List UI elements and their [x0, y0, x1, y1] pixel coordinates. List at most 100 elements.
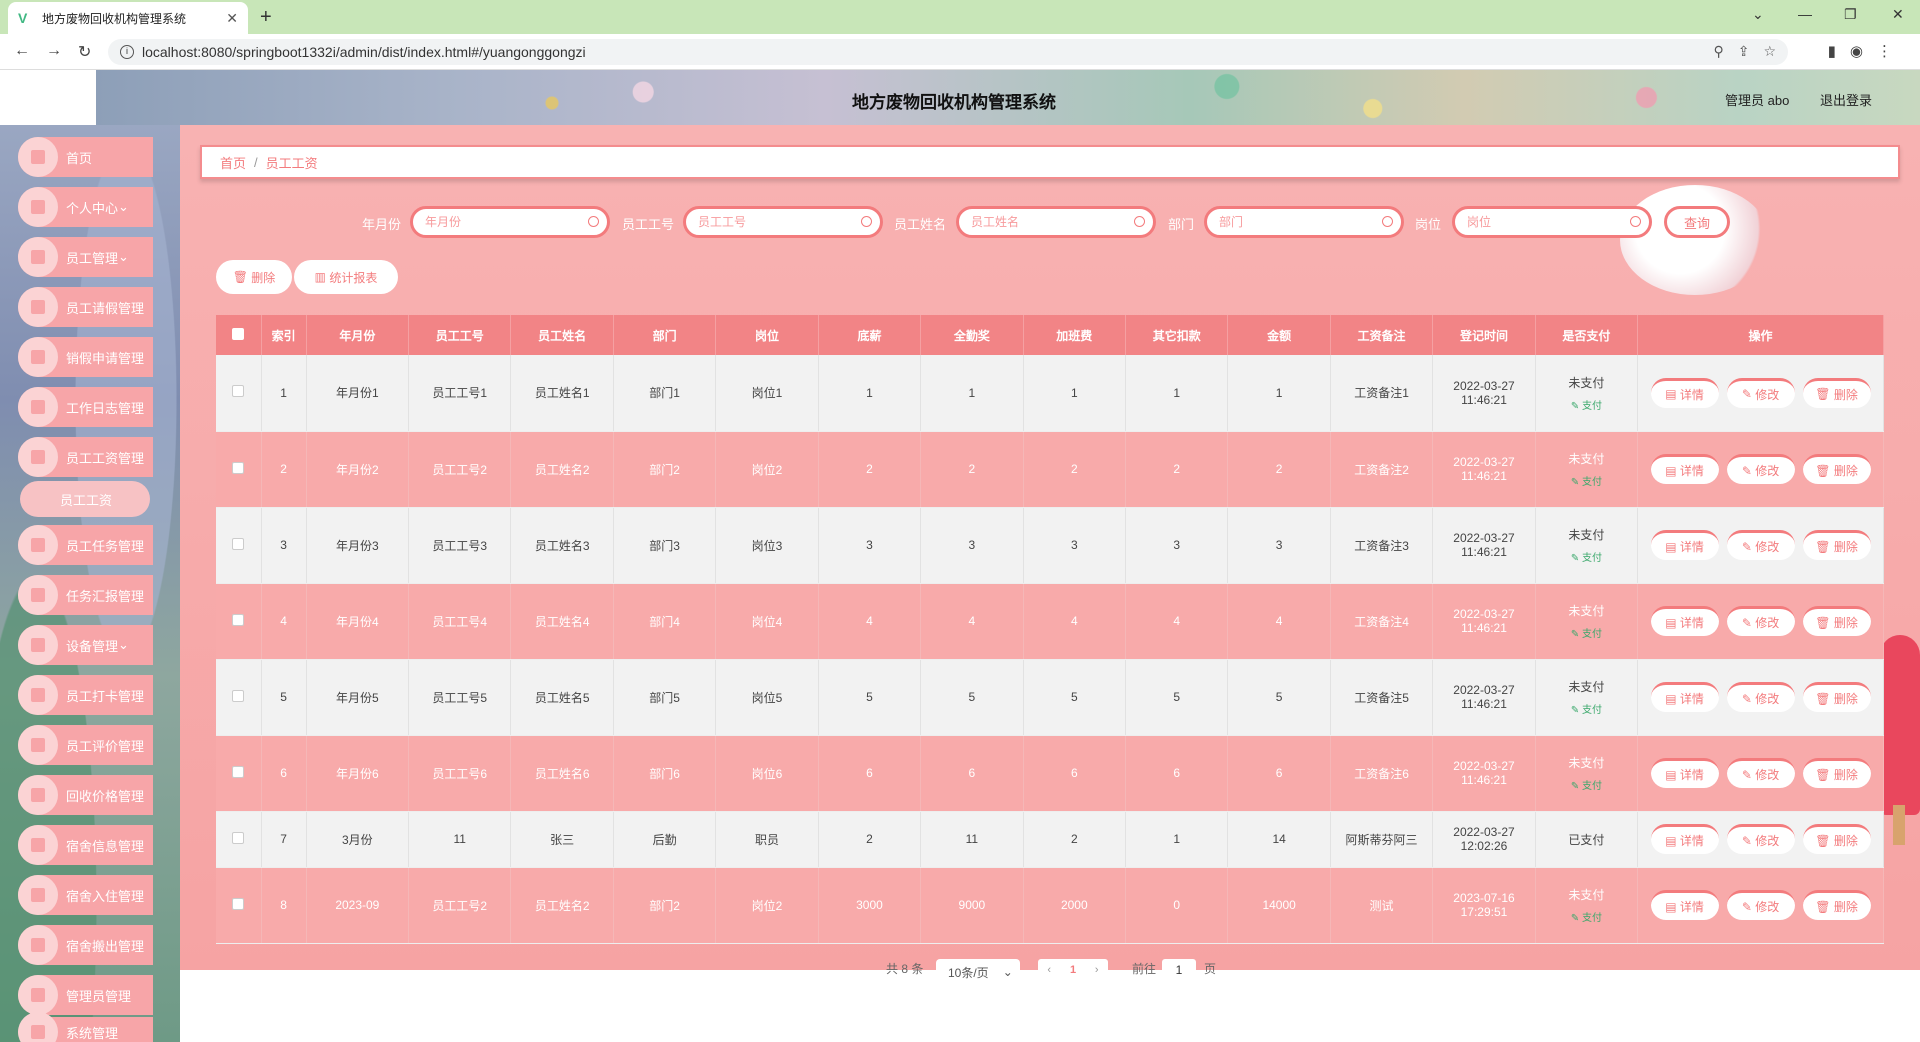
edit-button[interactable]: ✎ 修改 [1726, 606, 1795, 636]
url-action-icons[interactable]: ⚲⇪☆ [1713, 43, 1790, 60]
dept-field[interactable] [1219, 209, 1379, 235]
toolbar-icons[interactable]: ▮◉⋮ [1828, 42, 1906, 60]
breadcrumb-home[interactable]: 首页 [220, 153, 246, 172]
edit-button[interactable]: ✎ 修改 [1726, 530, 1795, 560]
post-field[interactable] [1467, 209, 1627, 235]
delete-button[interactable]: 🗑 删除 [1802, 824, 1871, 854]
delete-button[interactable]: 🗑 删除 [1802, 377, 1871, 408]
sidebar-item-report[interactable]: 任务汇报管理 [18, 575, 153, 615]
row-select-cell[interactable] [216, 355, 262, 432]
sidebar-sub-salary[interactable]: 员工工资 [20, 481, 150, 517]
statistics-report-button[interactable]: ▥ 统计报表 [294, 260, 398, 294]
row-checkbox[interactable] [232, 385, 245, 398]
search-input-post[interactable] [1452, 206, 1652, 238]
sidebar-item-staff[interactable]: 员工管理 ⌄ [18, 237, 153, 277]
sidebar-item-checkin[interactable]: 宿舍入住管理 [18, 875, 153, 915]
detail-button[interactable]: ▤ 详情 [1650, 454, 1719, 484]
forward-icon[interactable]: → [46, 42, 62, 60]
reload-icon[interactable]: ↻ [78, 42, 91, 62]
page-size-select[interactable]: 10条/页 ⌄ [936, 959, 1020, 985]
edit-button[interactable]: ✎ 修改 [1726, 682, 1795, 712]
month-field[interactable] [425, 209, 585, 235]
sidebar-item-task[interactable]: 员工任务管理 [18, 525, 153, 565]
sidebar-item-checkout[interactable]: 宿舍搬出管理 [18, 925, 153, 965]
row-checkbox[interactable] [232, 537, 245, 550]
name-field[interactable] [971, 209, 1131, 235]
select-all-checkbox[interactable] [232, 327, 245, 340]
sidebar-item-salary[interactable]: 员工工资管理 [18, 437, 153, 477]
sidebar-item-profile[interactable]: 个人中心 ⌄ [18, 187, 153, 227]
goto-page-input[interactable]: 1 [1162, 959, 1196, 981]
detail-button[interactable]: ▤ 详情 [1650, 758, 1719, 788]
sidebar-item-evaluation[interactable]: 员工评价管理 [18, 725, 153, 765]
sidebar-item-device[interactable]: 设备管理 ⌄ [18, 625, 153, 665]
prev-page-icon[interactable]: ‹ [1047, 964, 1051, 976]
select-all-cell[interactable] [216, 315, 262, 355]
pay-link[interactable]: ✎ 支付 [1536, 777, 1637, 792]
pay-link[interactable]: ✎ 支付 [1536, 701, 1637, 716]
edit-button[interactable]: ✎ 修改 [1726, 377, 1795, 408]
close-window-icon[interactable]: ✕ [1892, 6, 1904, 23]
detail-button[interactable]: ▤ 详情 [1650, 606, 1719, 636]
sidebar-item-leave[interactable]: 员工请假管理 [18, 287, 153, 327]
sidebar-item-system[interactable]: 系统管理 [18, 1012, 153, 1042]
row-checkbox[interactable] [232, 613, 245, 626]
edit-button[interactable]: ✎ 修改 [1726, 758, 1795, 788]
sidebar-item-dorm[interactable]: 宿舍信息管理 [18, 825, 153, 865]
sidebar-item-clockin[interactable]: 员工打卡管理 [18, 675, 153, 715]
delete-button[interactable]: 🗑 删除 [1802, 606, 1871, 636]
edit-button[interactable]: ✎ 修改 [1726, 824, 1795, 854]
row-checkbox[interactable] [232, 765, 245, 778]
minimize-icon[interactable]: — [1798, 6, 1812, 22]
current-page[interactable]: 1 [1070, 964, 1076, 976]
detail-button[interactable]: ▤ 详情 [1650, 890, 1719, 920]
row-select-cell[interactable] [216, 507, 262, 584]
delete-button[interactable]: 🗑 删除 [1802, 758, 1871, 788]
row-select-cell[interactable] [216, 811, 262, 868]
sidebar-item-price[interactable]: 回收价格管理 [18, 775, 153, 815]
next-page-icon[interactable]: › [1095, 964, 1099, 976]
staffno-field[interactable] [698, 209, 858, 235]
edit-button[interactable]: ✎ 修改 [1726, 890, 1795, 920]
sidebar-item-home[interactable]: 首页 [18, 137, 153, 177]
url-input[interactable]: i localhost:8080/springboot1332i/admin/d… [108, 39, 1788, 65]
batch-delete-button[interactable]: 🗑 删除 [216, 260, 292, 294]
pay-link[interactable]: ✎ 支付 [1536, 909, 1637, 924]
delete-button[interactable]: 🗑 删除 [1802, 530, 1871, 560]
sidebar-item-worklog[interactable]: 工作日志管理 [18, 387, 153, 427]
pay-link[interactable]: ✎ 支付 [1536, 473, 1637, 488]
row-select-cell[interactable] [216, 431, 262, 508]
row-select-cell[interactable] [216, 735, 262, 812]
detail-button[interactable]: ▤ 详情 [1650, 682, 1719, 712]
row-checkbox[interactable] [232, 897, 245, 910]
sidebar-item-cancel-leave[interactable]: 销假申请管理 [18, 337, 153, 377]
search-input-dept[interactable] [1204, 206, 1404, 238]
sidebar-item-admin[interactable]: 管理员管理 [18, 975, 153, 1015]
query-button[interactable]: 查询 [1664, 206, 1730, 238]
close-tab-icon[interactable]: ✕ [226, 10, 238, 27]
chevron-down-icon[interactable]: ⌄ [1752, 6, 1764, 23]
pay-link[interactable]: ✎ 支付 [1536, 625, 1637, 640]
browser-tab[interactable]: V 地方废物回收机构管理系统 ✕ [8, 2, 248, 34]
back-icon[interactable]: ← [14, 42, 30, 60]
search-input-month[interactable] [410, 206, 610, 238]
detail-button[interactable]: ▤ 详情 [1650, 377, 1719, 408]
new-tab-icon[interactable]: + [260, 6, 272, 29]
info-icon[interactable]: i [120, 45, 134, 59]
pay-link[interactable]: ✎ 支付 [1536, 549, 1637, 564]
row-checkbox[interactable] [232, 689, 245, 702]
delete-button[interactable]: 🗑 删除 [1802, 682, 1871, 712]
edit-button[interactable]: ✎ 修改 [1726, 454, 1795, 484]
logout-link[interactable]: 退出登录 [1820, 90, 1872, 109]
search-input-staffno[interactable] [683, 206, 883, 238]
restore-icon[interactable]: ❐ [1844, 6, 1857, 23]
row-checkbox[interactable] [232, 461, 245, 474]
detail-button[interactable]: ▤ 详情 [1650, 530, 1719, 560]
delete-button[interactable]: 🗑 删除 [1802, 454, 1871, 484]
search-input-name[interactable] [956, 206, 1156, 238]
row-select-cell[interactable] [216, 583, 262, 660]
pay-link[interactable]: ✎ 支付 [1536, 397, 1637, 412]
delete-button[interactable]: 🗑 删除 [1802, 890, 1871, 920]
row-select-cell[interactable] [216, 659, 262, 736]
detail-button[interactable]: ▤ 详情 [1650, 824, 1719, 854]
